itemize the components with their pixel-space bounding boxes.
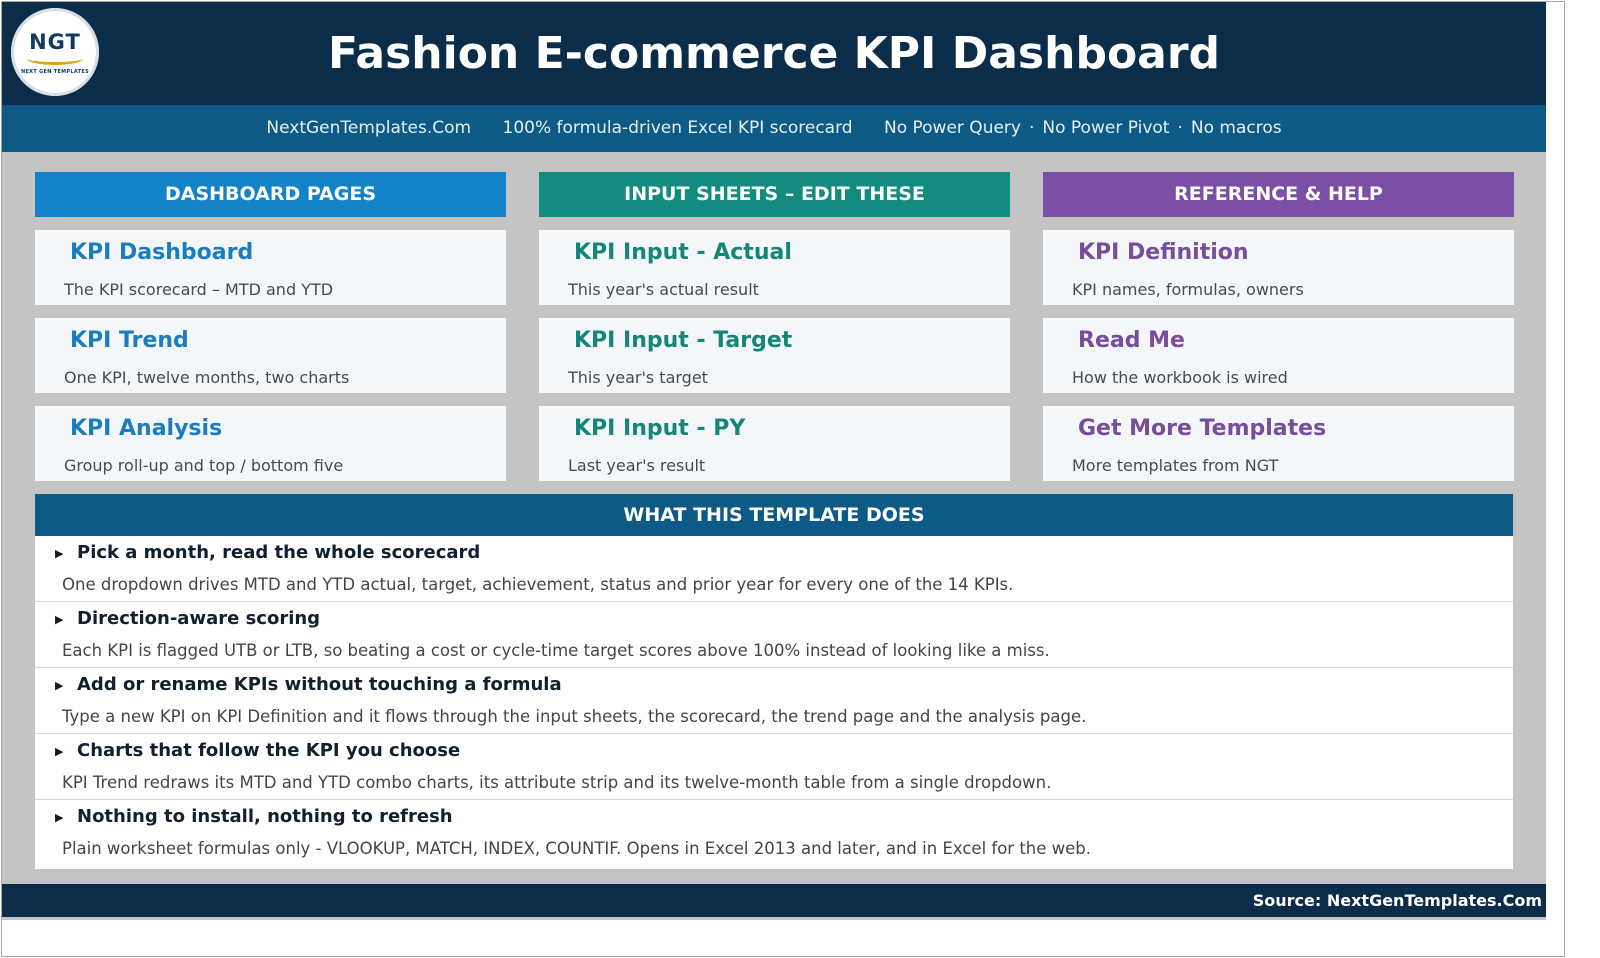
card-description: More templates from NGT: [1072, 456, 1279, 475]
card-description: Group roll-up and top / bottom five: [64, 456, 344, 475]
nav-card-kpi-input-target[interactable]: KPI Input - Target This year's target: [539, 318, 1010, 393]
separator-dot: ·: [1028, 118, 1035, 138]
input-sheets-heading: INPUT SHEETS – EDIT THESE: [539, 172, 1010, 217]
subtitle-bar: NextGenTemplates.Com 100% formula-driven…: [2, 105, 1546, 152]
page-title: Fashion E-commerce KPI Dashboard: [327, 28, 1221, 79]
nav-card-kpi-input-py[interactable]: KPI Input - PY Last year's result: [539, 406, 1010, 481]
what-heading: WHAT THIS TEMPLATE DOES: [35, 494, 1513, 536]
card-description: Last year's result: [568, 456, 706, 475]
feature-title: Nothing to install, nothing to refresh: [77, 806, 453, 827]
feature-description: Type a new KPI on KPI Definition and it …: [62, 707, 1087, 726]
nav-card-kpi-definition[interactable]: KPI Definition KPI names, formulas, owne…: [1043, 230, 1514, 305]
card-description: One KPI, twelve months, two charts: [64, 368, 350, 387]
nav-card-kpi-dashboard[interactable]: KPI Dashboard The KPI scorecard – MTD an…: [35, 230, 506, 305]
card-title[interactable]: KPI Input - Target: [574, 326, 792, 356]
site-name: NextGenTemplates.Com: [266, 118, 472, 138]
feature-description: One dropdown drives MTD and YTD actual, …: [62, 575, 1014, 594]
card-title[interactable]: Read Me: [1078, 326, 1185, 356]
nav-card-kpi-analysis[interactable]: KPI Analysis Group roll-up and top / bot…: [35, 406, 506, 481]
footer-bar: Source: NextGenTemplates.Com: [2, 884, 1546, 917]
source-credit: Source: NextGenTemplates.Com: [1252, 891, 1542, 910]
triangle-bullet-icon: ▶: [55, 679, 64, 692]
triangle-bullet-icon: ▶: [55, 613, 64, 626]
feature-description: KPI Trend redraws its MTD and YTD combo …: [62, 773, 1052, 792]
feature-title: Add or rename KPIs without touching a fo…: [77, 674, 562, 695]
feature-item: ▶ Charts that follow the KPI you choose …: [35, 734, 1513, 800]
nav-card-get-more-templates[interactable]: Get More Templates More templates from N…: [1043, 406, 1514, 481]
card-description: This year's target: [568, 368, 708, 387]
feature-title: Pick a month, read the whole scorecard: [77, 542, 481, 563]
feature-item: ▶ Pick a month, read the whole scorecard…: [35, 536, 1513, 602]
card-description: This year's actual result: [568, 280, 759, 299]
feature-description: Each KPI is flagged UTB or LTB, so beati…: [62, 641, 1050, 660]
tagline: 100% formula-driven Excel KPI scorecard: [502, 118, 853, 138]
feature-title: Direction-aware scoring: [77, 608, 321, 629]
triangle-bullet-icon: ▶: [55, 745, 64, 758]
feature-item: ▶ Direction-aware scoring Each KPI is fl…: [35, 602, 1513, 668]
card-description: How the workbook is wired: [1072, 368, 1288, 387]
card-title[interactable]: Get More Templates: [1078, 414, 1326, 444]
dashboard-pages-heading: DASHBOARD PAGES: [35, 172, 506, 217]
no-power-pivot: No Power Pivot: [1042, 118, 1170, 138]
reference-help-heading: REFERENCE & HELP: [1043, 172, 1514, 217]
card-title[interactable]: KPI Analysis: [70, 414, 222, 444]
card-title[interactable]: KPI Input - Actual: [574, 238, 792, 268]
card-title[interactable]: KPI Definition: [1078, 238, 1249, 268]
triangle-bullet-icon: ▶: [55, 811, 64, 824]
card-title[interactable]: KPI Input - PY: [574, 414, 745, 444]
card-description: The KPI scorecard – MTD and YTD: [64, 280, 334, 299]
dashboard-canvas: NGT NEXT GEN TEMPLATES Fashion E-commerc…: [2, 2, 1546, 920]
card-title[interactable]: KPI Trend: [70, 326, 189, 356]
card-title[interactable]: KPI Dashboard: [70, 238, 253, 268]
separator-dot: ·: [1177, 118, 1183, 138]
feature-item: ▶ Add or rename KPIs without touching a …: [35, 668, 1513, 734]
worksheet-frame: NGT NEXT GEN TEMPLATES Fashion E-commerc…: [1, 1, 1565, 957]
triangle-bullet-icon: ▶: [55, 547, 64, 560]
feature-item: ▶ Nothing to install, nothing to refresh…: [35, 800, 1513, 866]
nav-card-kpi-input-actual[interactable]: KPI Input - Actual This year's actual re…: [539, 230, 1010, 305]
nav-card-read-me[interactable]: Read Me How the workbook is wired: [1043, 318, 1514, 393]
feature-description: Plain worksheet formulas only - VLOOKUP,…: [62, 839, 1092, 858]
no-power-query: No Power Query: [883, 118, 1021, 138]
no-macros: No macros: [1190, 118, 1282, 138]
nav-card-kpi-trend[interactable]: KPI Trend One KPI, twelve months, two ch…: [35, 318, 506, 393]
what-this-template-does-panel: WHAT THIS TEMPLATE DOES ▶ Pick a month, …: [35, 494, 1513, 869]
card-description: KPI names, formulas, owners: [1072, 280, 1304, 299]
feature-title: Charts that follow the KPI you choose: [77, 740, 461, 761]
title-bar: NGT NEXT GEN TEMPLATES Fashion E-commerc…: [2, 2, 1546, 105]
